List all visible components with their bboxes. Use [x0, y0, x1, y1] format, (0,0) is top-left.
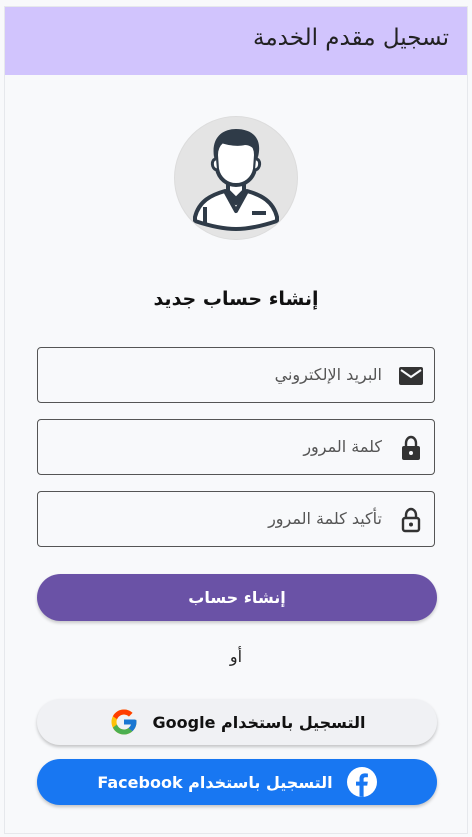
google-icon [111, 709, 137, 735]
facebook-signup-label: التسجيل باستخدام Facebook [97, 772, 333, 792]
confirm-password-placeholder: تأكيد كلمة المرور [268, 509, 382, 528]
lock-outline-icon [401, 507, 421, 533]
confirm-password-field[interactable]: تأكيد كلمة المرور [37, 491, 435, 547]
password-placeholder: كلمة المرور [303, 437, 382, 456]
google-signup-button[interactable]: التسجيل باستخدام Google [37, 699, 437, 745]
create-account-button[interactable]: إنشاء حساب [37, 574, 437, 621]
user-avatar-icon [177, 119, 295, 237]
password-field[interactable]: كلمة المرور [37, 419, 435, 475]
email-icon [399, 367, 423, 385]
facebook-signup-button[interactable]: التسجيل باستخدام Facebook [37, 759, 437, 805]
email-field[interactable]: البريد الإلكتروني [37, 347, 435, 403]
user-avatar [175, 117, 297, 239]
app-bar: تسجيل مقدم الخدمة [5, 7, 467, 75]
facebook-icon [346, 767, 377, 797]
google-signup-label: التسجيل باستخدام Google [152, 712, 366, 732]
or-divider-text: أو [229, 647, 243, 666]
form-heading: إنشاء حساب جديد [153, 288, 319, 310]
lock-icon [402, 435, 420, 460]
app-bar-title: تسجيل مقدم الخدمة [253, 25, 449, 51]
email-placeholder: البريد الإلكتروني [274, 365, 382, 384]
app-screen: تسجيل مقدم الخدمة إنشاء حساب جديد البريد [5, 7, 467, 833]
